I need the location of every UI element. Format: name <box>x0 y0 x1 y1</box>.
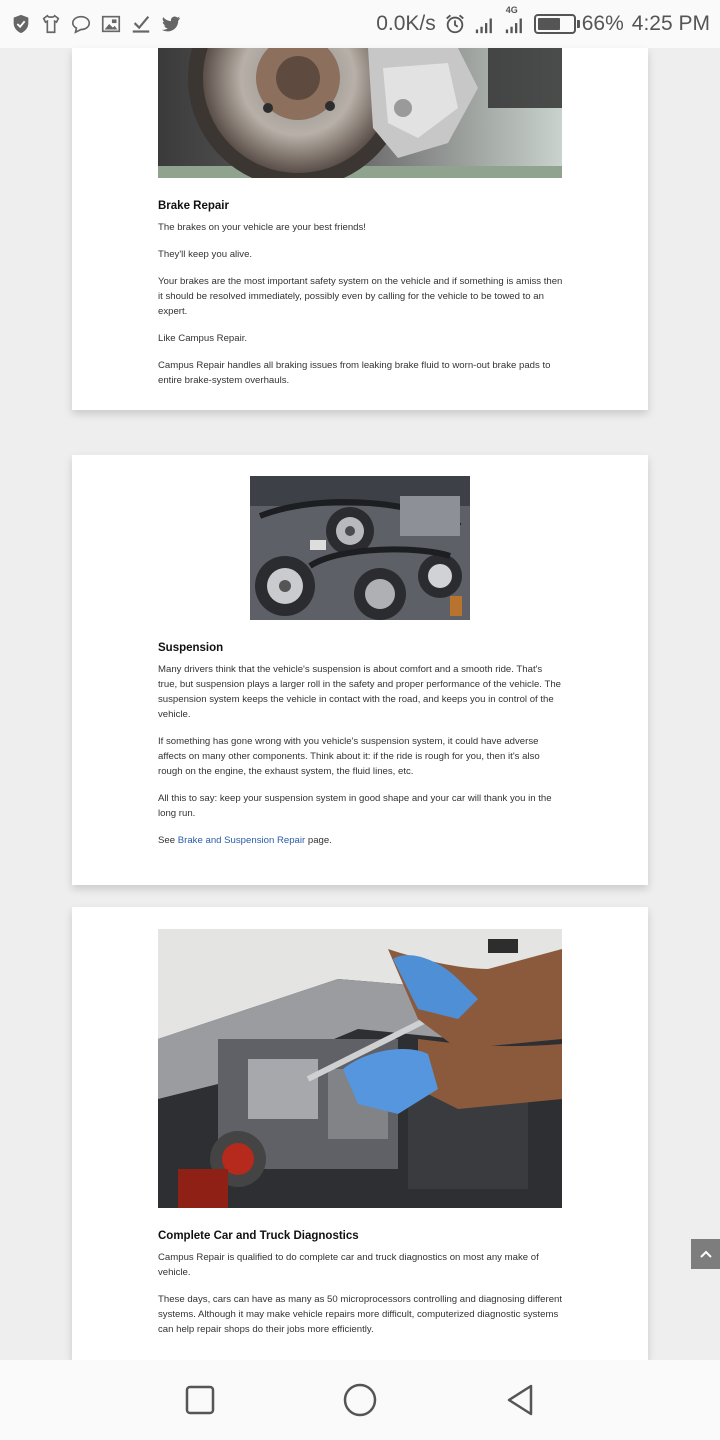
engine-belts-photo <box>250 476 470 620</box>
card-paragraph: Campus Repair is qualified to do complet… <box>158 1252 539 1278</box>
card-body: Suspension Many drivers think that the v… <box>158 642 564 860</box>
back-button[interactable] <box>500 1380 540 1420</box>
navigation-bar <box>0 1360 720 1440</box>
card-body: Complete Car and Truck Diagnostics Campu… <box>158 1230 564 1349</box>
service-card-suspension: Suspension Many drivers think that the v… <box>72 455 648 885</box>
brake-disc-photo <box>158 48 562 178</box>
network-speed: 0.0K/s <box>376 12 436 35</box>
card-paragraph: Campus Repair handles all braking issues… <box>158 360 551 386</box>
tshirt-icon <box>40 13 62 35</box>
recents-button[interactable] <box>180 1380 220 1420</box>
card-paragraph: Like Campus Repair. <box>158 333 248 344</box>
back-triangle-icon <box>505 1384 535 1416</box>
see-more-line: See Brake and Suspension Repair page. <box>158 833 564 848</box>
network-type-label: 4G <box>505 5 518 15</box>
card-title: Complete Car and Truck Diagnostics <box>158 1230 359 1242</box>
card-body: Brake Repair The brakes on your vehicle … <box>158 200 564 400</box>
clock: 4:25 PM <box>631 12 710 35</box>
brake-suspension-repair-link[interactable]: Brake and Suspension Repair <box>178 835 305 846</box>
battery-icon <box>533 14 580 34</box>
signal-icon <box>474 13 496 35</box>
card-title: Brake Repair <box>158 200 229 212</box>
download-check-icon <box>130 13 152 35</box>
notification-icons <box>10 13 182 35</box>
see-prefix: See <box>158 835 176 846</box>
status-bar: 0.0K/s 4G 66% 4:25 PM <box>0 0 720 48</box>
system-status: 0.0K/s 4G 66% 4:25 PM <box>376 5 710 36</box>
home-circle-icon <box>343 1383 377 1417</box>
twitter-icon <box>160 13 182 35</box>
chevron-up-icon <box>698 1246 714 1262</box>
alarm-icon <box>444 13 466 35</box>
battery-percent: 66% <box>581 12 624 35</box>
card-paragraph: These days, cars can have as many as 50 … <box>158 1294 563 1335</box>
card-paragraph: Many drivers think that the vehicle's su… <box>158 664 561 720</box>
scroll-to-top-button[interactable] <box>691 1239 720 1269</box>
see-suffix: page. <box>307 835 332 846</box>
card-title: Suspension <box>158 642 224 654</box>
card-paragraph: The brakes on your vehicle are your best… <box>158 222 366 233</box>
card-paragraph: All this to say: keep your suspension sy… <box>158 793 552 819</box>
card-paragraph: If something has gone wrong with you veh… <box>158 736 540 777</box>
mechanic-engine-photo <box>158 929 562 1208</box>
recents-square-icon <box>185 1385 215 1415</box>
home-button[interactable] <box>340 1380 380 1420</box>
gallery-icon <box>100 13 122 35</box>
chat-bubble-icon <box>70 13 92 35</box>
service-card-diagnostics: Complete Car and Truck Diagnostics Campu… <box>72 907 648 1360</box>
service-card-brake: Brake Repair The brakes on your vehicle … <box>72 48 648 410</box>
card-paragraph: Your brakes are the most important safet… <box>158 276 563 317</box>
card-paragraph: They'll keep you alive. <box>158 249 253 260</box>
shield-check-icon <box>10 13 32 35</box>
signal-4g-icon: 4G <box>504 5 526 35</box>
